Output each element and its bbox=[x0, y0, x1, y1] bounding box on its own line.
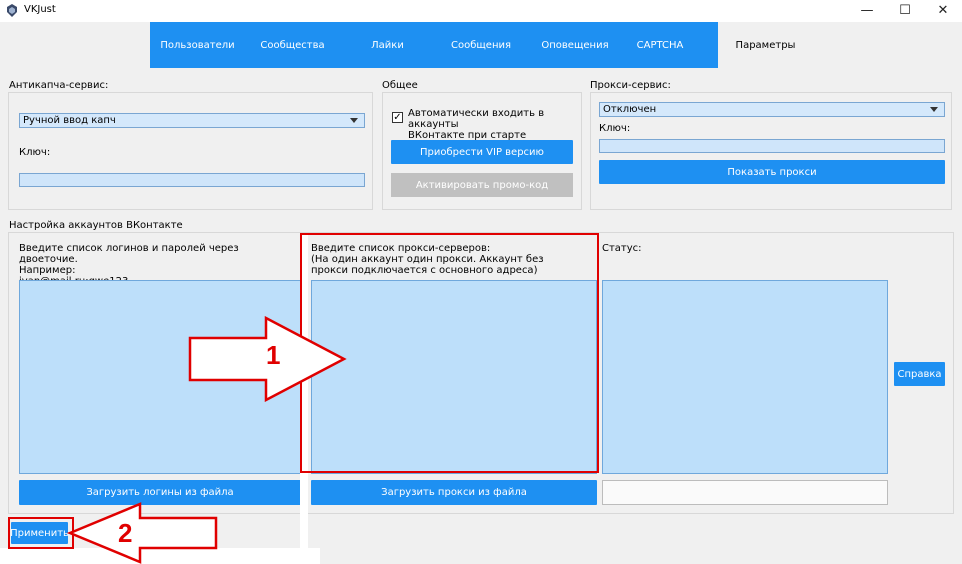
status-label: Статус: bbox=[602, 243, 642, 254]
proxy-service-group-label: Прокси-сервис: bbox=[590, 80, 671, 91]
tab-bar: Пользователи Сообщества Лайки Сообщения … bbox=[150, 22, 813, 68]
tab-likes[interactable]: Лайки bbox=[340, 22, 435, 68]
maximize-icon[interactable]: ☐ bbox=[888, 0, 922, 20]
anticaptcha-group-label: Антикапча-сервис: bbox=[9, 80, 109, 91]
tab-messages[interactable]: Сообщения bbox=[435, 22, 527, 68]
tab-captcha[interactable]: CAPTCHA bbox=[623, 22, 697, 68]
status-field bbox=[602, 480, 888, 505]
close-icon[interactable]: ✕ bbox=[926, 0, 960, 20]
tab-users[interactable]: Пользователи bbox=[150, 22, 245, 68]
anticaptcha-select[interactable]: Ручной ввод капч bbox=[19, 113, 365, 128]
arrow-2-label: 2 bbox=[118, 518, 133, 548]
anticaptcha-key-input[interactable] bbox=[19, 173, 365, 187]
general-group-label: Общее bbox=[382, 80, 418, 91]
tab-communities[interactable]: Сообщества bbox=[245, 22, 340, 68]
arrow-2-icon bbox=[66, 502, 218, 564]
buy-vip-button[interactable]: Приобрести VIP версию bbox=[391, 140, 573, 164]
title-bar bbox=[0, 0, 962, 22]
proxy-key-label: Ключ: bbox=[599, 123, 631, 134]
minimize-icon[interactable]: — bbox=[850, 0, 884, 20]
tab-notifications[interactable]: Оповещения bbox=[527, 22, 623, 68]
tab-settings[interactable]: Параметры bbox=[718, 22, 813, 68]
proxy-key-input[interactable] bbox=[599, 139, 945, 153]
proxy-service-select[interactable]: Отключен bbox=[599, 102, 945, 117]
app-icon bbox=[7, 4, 17, 17]
show-proxies-button[interactable]: Показать прокси bbox=[599, 160, 945, 184]
activate-promo-button[interactable]: Активировать промо-код bbox=[391, 173, 573, 197]
anticaptcha-groupbox bbox=[8, 92, 373, 210]
chevron-down-icon bbox=[350, 118, 358, 123]
load-proxies-button[interactable]: Загрузить прокси из файла bbox=[311, 480, 597, 505]
window-title: VKJust bbox=[24, 4, 56, 15]
accounts-group-label: Настройка аккаунтов ВКонтакте bbox=[9, 220, 183, 231]
anticaptcha-key-label: Ключ: bbox=[19, 147, 51, 158]
anticaptcha-select-value: Ручной ввод капч bbox=[23, 115, 116, 126]
chevron-down-icon bbox=[930, 107, 938, 112]
arrow-1-label: 1 bbox=[266, 340, 281, 370]
autologin-checkbox[interactable]: ✓ bbox=[392, 112, 403, 123]
status-textarea bbox=[602, 280, 888, 474]
help-button[interactable]: Справка bbox=[894, 362, 945, 386]
proxy-service-select-value: Отключен bbox=[603, 104, 657, 115]
apply-highlight-box bbox=[8, 517, 74, 549]
checkmark-icon: ✓ bbox=[393, 111, 402, 123]
